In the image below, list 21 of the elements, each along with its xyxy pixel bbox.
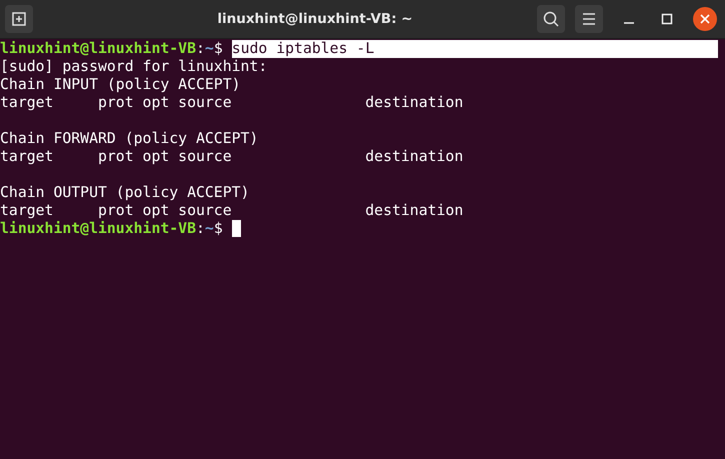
search-button[interactable] bbox=[537, 5, 565, 33]
search-icon bbox=[542, 10, 560, 28]
close-button[interactable] bbox=[693, 7, 717, 31]
output-line: target prot opt source destination bbox=[0, 148, 464, 166]
menu-button[interactable] bbox=[575, 5, 603, 33]
output-line: target prot opt source destination bbox=[0, 202, 464, 220]
shell-prompt: linuxhint@linuxhint-VB:~$ bbox=[0, 220, 223, 238]
output-line: Chain INPUT (policy ACCEPT) bbox=[0, 76, 241, 94]
menu-icon bbox=[581, 12, 597, 26]
command-text: sudo iptables -L bbox=[232, 40, 374, 58]
minimize-icon bbox=[624, 22, 634, 24]
maximize-icon bbox=[661, 13, 673, 25]
window-title: linuxhint@linuxhint-VB: ~ bbox=[216, 11, 414, 27]
output-line: target prot opt source destination bbox=[0, 94, 464, 112]
close-icon bbox=[699, 13, 711, 25]
output-line: Chain FORWARD (policy ACCEPT) bbox=[0, 130, 258, 148]
output-line: [sudo] password for linuxhint: bbox=[0, 58, 268, 76]
shell-prompt: linuxhint@linuxhint-VB:~$ bbox=[0, 40, 223, 58]
new-tab-button[interactable] bbox=[5, 5, 33, 33]
output-line: Chain OUTPUT (policy ACCEPT) bbox=[0, 184, 250, 202]
new-tab-icon bbox=[10, 10, 28, 28]
